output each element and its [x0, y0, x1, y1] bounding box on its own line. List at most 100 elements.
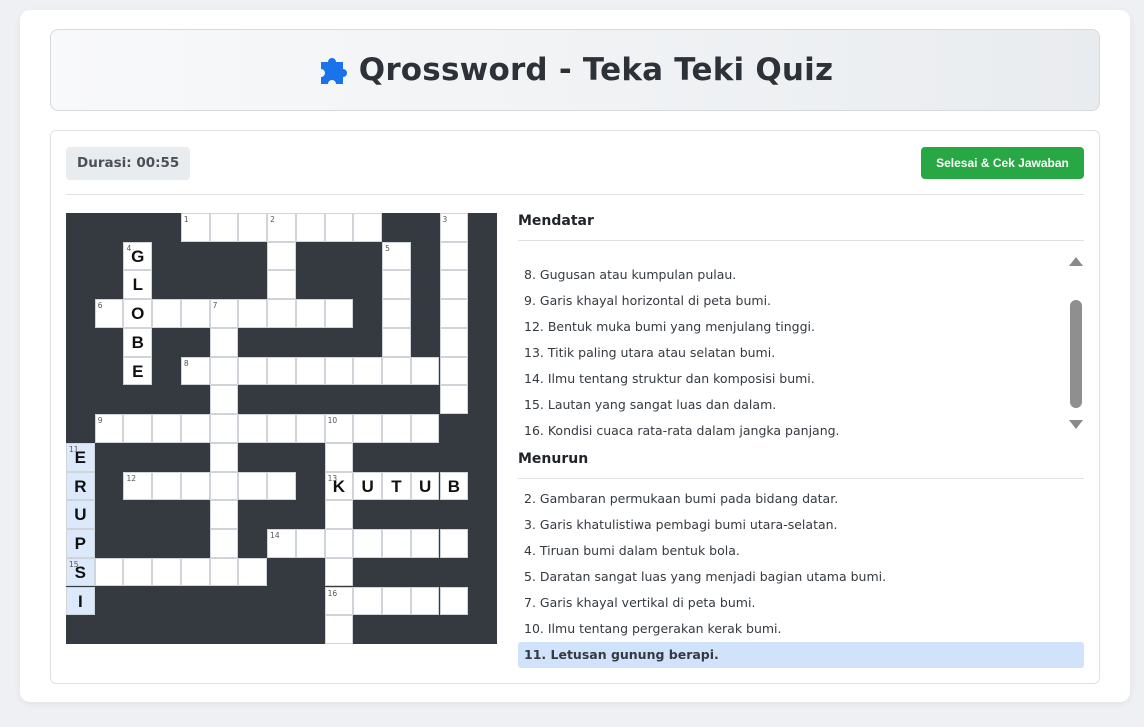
grid-cell[interactable]: [180, 471, 210, 501]
grid-cell[interactable]: [324, 529, 354, 558]
grid-cell[interactable]: [295, 299, 325, 328]
grid-cell[interactable]: [382, 270, 411, 300]
grid-cell[interactable]: [353, 414, 383, 443]
grid-cell[interactable]: [180, 414, 210, 443]
grid-cell[interactable]: 13 K: [324, 471, 354, 501]
grid-cell[interactable]: 2: [267, 213, 296, 242]
grid-cell[interactable]: [267, 356, 296, 386]
grid-cell[interactable]: [209, 557, 239, 587]
down-clue-item[interactable]: 3. Garis khatulistiwa pembagi bumi utara…: [518, 512, 1084, 538]
grid-cell[interactable]: [382, 299, 411, 328]
grid-cell[interactable]: [152, 414, 181, 443]
grid-cell[interactable]: 10: [324, 414, 354, 443]
grid-cell[interactable]: [324, 557, 354, 587]
grid-cell[interactable]: B: [123, 327, 153, 357]
grid-cell[interactable]: [353, 586, 383, 616]
grid-cell[interactable]: [382, 414, 411, 443]
grid-cell[interactable]: [152, 557, 181, 587]
grid-cell[interactable]: 1: [180, 213, 210, 242]
grid-cell[interactable]: [353, 213, 383, 242]
grid-cell[interactable]: [324, 615, 354, 644]
across-clue-item[interactable]: 8. Gugusan atau kumpulan pulau.: [518, 262, 1084, 288]
grid-cell[interactable]: [209, 213, 239, 242]
grid-cell[interactable]: [180, 557, 210, 587]
grid-cell[interactable]: [324, 213, 354, 242]
grid-cell[interactable]: [267, 299, 296, 328]
grid-cell[interactable]: 15 S: [66, 557, 95, 587]
grid-cell[interactable]: [123, 557, 153, 587]
across-clue-item[interactable]: 12. Bentuk muka bumi yang menjulang ting…: [518, 314, 1084, 340]
grid-cell[interactable]: [295, 356, 325, 386]
across-clue-item[interactable]: 13. Titik paling utara atau selatan bumi…: [518, 340, 1084, 366]
grid-cell[interactable]: [267, 471, 296, 501]
grid-cell[interactable]: [209, 529, 239, 558]
down-clue-item[interactable]: 2. Gambaran permukaan bumi pada bidang d…: [518, 486, 1084, 512]
grid-cell[interactable]: [267, 270, 296, 300]
grid-cell[interactable]: [238, 356, 268, 386]
grid-cell[interactable]: U: [353, 471, 383, 501]
grid-cell[interactable]: L: [123, 270, 153, 300]
grid-cell[interactable]: [382, 586, 411, 616]
grid-cell[interactable]: [439, 270, 469, 300]
across-clue-item[interactable]: 14. Ilmu tentang struktur dan komposisi …: [518, 366, 1084, 392]
across-scrollbar[interactable]: [1068, 249, 1084, 441]
grid-cell[interactable]: [439, 241, 469, 271]
grid-cell[interactable]: [238, 414, 268, 443]
grid-cell[interactable]: O: [123, 299, 153, 328]
grid-cell[interactable]: 7: [209, 299, 239, 328]
grid-cell[interactable]: U: [410, 471, 440, 501]
grid-cell[interactable]: [209, 414, 239, 443]
grid-cell[interactable]: [238, 213, 268, 242]
grid-cell[interactable]: [238, 299, 268, 328]
grid-cell[interactable]: [295, 213, 325, 242]
finish-check-button[interactable]: Selesai & Cek Jawaban: [921, 147, 1084, 179]
grid-cell[interactable]: [439, 356, 469, 386]
down-clue-item[interactable]: 10. Ilmu tentang pergerakan kerak bumi.: [518, 616, 1084, 642]
grid-cell[interactable]: [439, 586, 469, 616]
across-clue-item[interactable]: 15. Lautan yang sangat luas dan dalam.: [518, 392, 1084, 418]
grid-cell[interactable]: [209, 442, 239, 472]
grid-cell[interactable]: T: [382, 471, 411, 501]
down-clue-item[interactable]: 4. Tiruan bumi dalam bentuk bola.: [518, 538, 1084, 564]
grid-cell[interactable]: [209, 471, 239, 501]
grid-cell[interactable]: 16: [324, 586, 354, 616]
grid-cell[interactable]: [382, 327, 411, 357]
grid-cell[interactable]: [295, 414, 325, 443]
across-clue-item[interactable]: 16. Kondisi cuaca rata-rata dalam jangka…: [518, 418, 1084, 441]
grid-cell[interactable]: [209, 356, 239, 386]
grid-cell[interactable]: [410, 529, 440, 558]
grid-cell[interactable]: [382, 356, 411, 386]
grid-cell[interactable]: B: [439, 471, 469, 501]
grid-cell[interactable]: [238, 557, 268, 587]
grid-cell[interactable]: 6: [94, 299, 124, 328]
grid-cell[interactable]: 3: [439, 213, 469, 242]
grid-cell[interactable]: E: [123, 356, 153, 386]
grid-cell[interactable]: [353, 356, 383, 386]
grid-cell[interactable]: [123, 414, 153, 443]
down-clue-item[interactable]: 11. Letusan gunung berapi.: [518, 642, 1084, 668]
grid-cell[interactable]: [324, 299, 354, 328]
grid-cell[interactable]: [94, 557, 124, 587]
grid-cell[interactable]: [180, 299, 210, 328]
grid-cell[interactable]: [410, 356, 440, 386]
grid-cell[interactable]: [209, 385, 239, 415]
across-clue-list[interactable]: 8. Gugusan atau kumpulan pulau. 9. Garis …: [518, 249, 1084, 441]
across-clue-item[interactable]: 9. Garis khayal horizontal di peta bumi.: [518, 288, 1084, 314]
grid-cell[interactable]: 14: [267, 529, 296, 558]
grid-cell[interactable]: R: [66, 471, 95, 501]
grid-cell[interactable]: [353, 529, 383, 558]
grid-cell[interactable]: 4G: [123, 241, 153, 271]
down-clue-item[interactable]: 5. Daratan sangat luas yang menjadi bagi…: [518, 564, 1084, 590]
grid-cell[interactable]: [209, 327, 239, 357]
grid-cell[interactable]: [267, 414, 296, 443]
scroll-thumb[interactable]: [1070, 300, 1082, 408]
down-clue-item[interactable]: 7. Garis khayal vertikal di peta bumi.: [518, 590, 1084, 616]
scroll-down-arrow-icon[interactable]: [1069, 420, 1083, 429]
grid-cell[interactable]: [439, 385, 469, 415]
grid-cell[interactable]: [324, 356, 354, 386]
scroll-up-arrow-icon[interactable]: [1069, 257, 1083, 266]
grid-cell[interactable]: 8: [180, 356, 210, 386]
grid-cell[interactable]: [152, 471, 181, 501]
grid-cell[interactable]: [295, 529, 325, 558]
grid-cell[interactable]: 11 E: [66, 442, 95, 472]
